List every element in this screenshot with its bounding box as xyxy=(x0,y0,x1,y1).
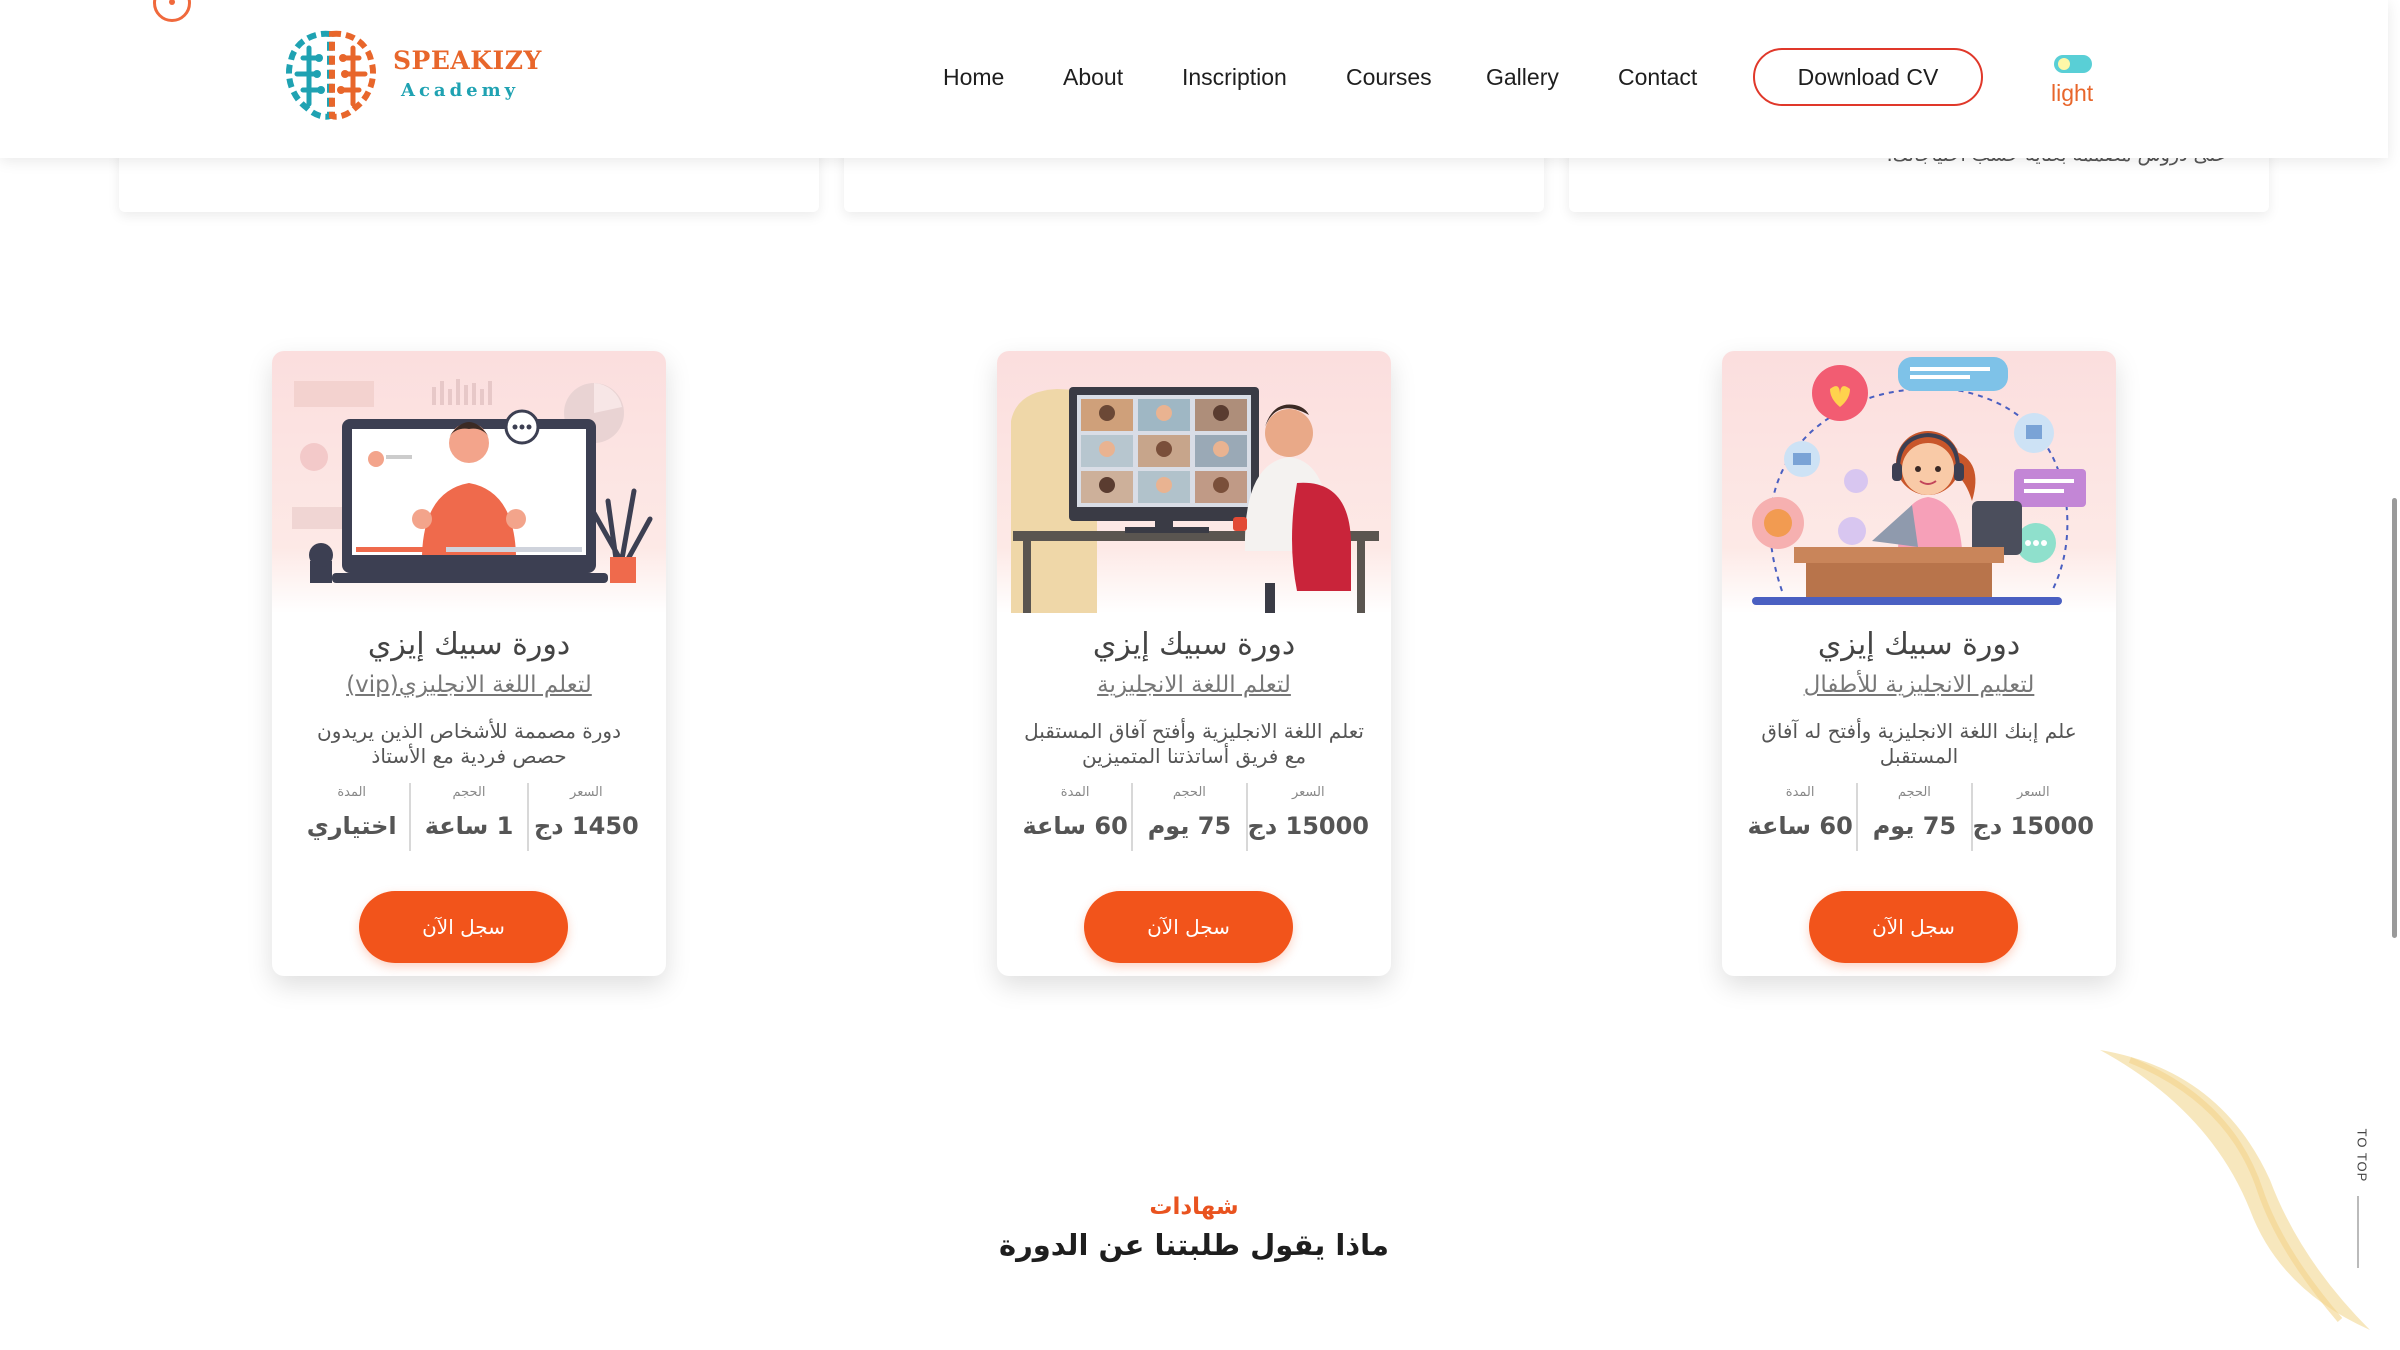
course-card-vip: دورة سبيك إيزي لتعلم اللغة الانجليزي(vip… xyxy=(272,351,666,976)
nav-about[interactable]: About xyxy=(1063,64,1123,91)
theme-toggle[interactable] xyxy=(2054,55,2092,73)
stat-volume: الحجم 1 ساعة xyxy=(411,783,529,851)
course-title: دورة سبيك إيزي xyxy=(1092,627,1296,662)
kid-learning-illustration xyxy=(1752,357,2086,605)
video-conference-illustration xyxy=(1011,387,1379,613)
stat-value: 1450 دج xyxy=(533,812,639,840)
stat-label: السعر xyxy=(2016,785,2050,800)
stat-volume: الحجم 75 يوم xyxy=(1858,783,1973,851)
stat-label: المدة xyxy=(1785,785,1815,800)
stat-price: السعر 15000 دج xyxy=(1248,783,1369,851)
logo-subtitle: Academy xyxy=(401,80,520,101)
stat-label: الحجم xyxy=(1172,785,1206,800)
online-tutor-illustration xyxy=(292,379,653,583)
course-illustration xyxy=(272,351,666,613)
stat-label: السعر xyxy=(570,785,603,800)
stat-label: المدة xyxy=(1060,785,1090,800)
stat-volume: الحجم 75 يوم xyxy=(1133,783,1248,851)
stat-value: 75 يوم xyxy=(1872,812,1957,840)
course-subtitle[interactable]: لتعليم الانجليزية للأطفال xyxy=(1722,672,2116,698)
theme-toggle-label: light xyxy=(2051,80,2094,106)
testimonials-kicker: شهادات xyxy=(1149,1194,1239,1220)
course-description: تعلم اللغة الانجليزية وأفتح آفاق المستقب… xyxy=(1024,719,1364,768)
stat-value: 75 يوم xyxy=(1147,812,1232,840)
testimonials-title: ماذا يقول طلبتنا عن الدورة xyxy=(998,1228,1390,1262)
register-now-button[interactable]: سجل الآن xyxy=(359,891,568,963)
stat-price: السعر 1450 دج xyxy=(529,783,644,851)
course-description: دورة مصممة للأشخاص الذين يريدون حصص فردي… xyxy=(317,719,621,768)
nav-inscription[interactable]: Inscription xyxy=(1182,64,1287,91)
stat-value: اختياري xyxy=(306,812,397,840)
nav-contact[interactable]: Contact xyxy=(1618,64,1697,91)
stat-value: 15000 دج xyxy=(1247,812,1369,840)
decorative-swoosh xyxy=(2100,1050,2370,1330)
brain-logo-icon xyxy=(286,30,376,120)
course-card-kids: دورة سبيك إيزي لتعليم الانجليزية للأطفال… xyxy=(1722,351,2116,976)
site-header: SPEAKIZY Academy Home About Inscription … xyxy=(0,0,2388,158)
stat-duration: المدة اختياري xyxy=(294,783,412,851)
course-subtitle[interactable]: لتعلم اللغة الانجليزية xyxy=(997,672,1391,698)
stat-value: 1 ساعة xyxy=(424,812,514,840)
nav-gallery[interactable]: Gallery xyxy=(1486,64,1559,91)
site-logo[interactable]: SPEAKIZY Academy xyxy=(283,28,541,122)
course-stats: السعر 15000 دج الحجم 75 يوم المدة 60 ساع… xyxy=(1744,783,2094,851)
stat-duration: المدة 60 ساعة xyxy=(1744,783,1859,851)
stat-label: الحجم xyxy=(1897,785,1931,800)
stat-price: السعر 15000 دج xyxy=(1973,783,2094,851)
course-subtitle[interactable]: لتعلم اللغة الانجليزي(vip) xyxy=(272,672,666,698)
stat-value: 60 ساعة xyxy=(1022,812,1128,840)
download-cv-button[interactable]: Download CV xyxy=(1753,48,1983,106)
page-scrollbar[interactable] xyxy=(2392,498,2397,938)
nav-home[interactable]: Home xyxy=(943,64,1004,91)
stat-value: 15000 دج xyxy=(1972,812,2094,840)
to-top-link[interactable]: TO TOP xyxy=(2354,1129,2369,1183)
course-illustration xyxy=(1722,351,2116,613)
course-title: دورة سبيك إيزي xyxy=(367,627,571,662)
to-top-line xyxy=(2357,1196,2359,1268)
stat-label: المدة xyxy=(337,785,367,800)
stat-label: الحجم xyxy=(452,785,486,800)
stat-label: السعر xyxy=(1291,785,1325,800)
course-stats: السعر 15000 دج الحجم 75 يوم المدة 60 ساع… xyxy=(1019,783,1369,851)
scroll-indicator-icon xyxy=(153,0,191,22)
course-card-general: دورة سبيك إيزي لتعلم اللغة الانجليزية تع… xyxy=(997,351,1391,976)
register-now-button[interactable]: سجل الآن xyxy=(1809,891,2018,963)
stat-duration: المدة 60 ساعة xyxy=(1019,783,1134,851)
stat-value: 60 ساعة xyxy=(1747,812,1853,840)
logo-name: SPEAKIZY xyxy=(393,46,542,75)
course-illustration xyxy=(997,351,1391,613)
nav-courses[interactable]: Courses xyxy=(1346,64,1432,91)
register-now-button[interactable]: سجل الآن xyxy=(1084,891,1293,963)
course-stats: السعر 1450 دج الحجم 1 ساعة المدة اختياري xyxy=(294,783,644,851)
course-description: علم إبنك اللغة الانجليزية وأفتح له آفاق … xyxy=(1761,719,2077,768)
course-title: دورة سبيك إيزي xyxy=(1817,627,2021,662)
